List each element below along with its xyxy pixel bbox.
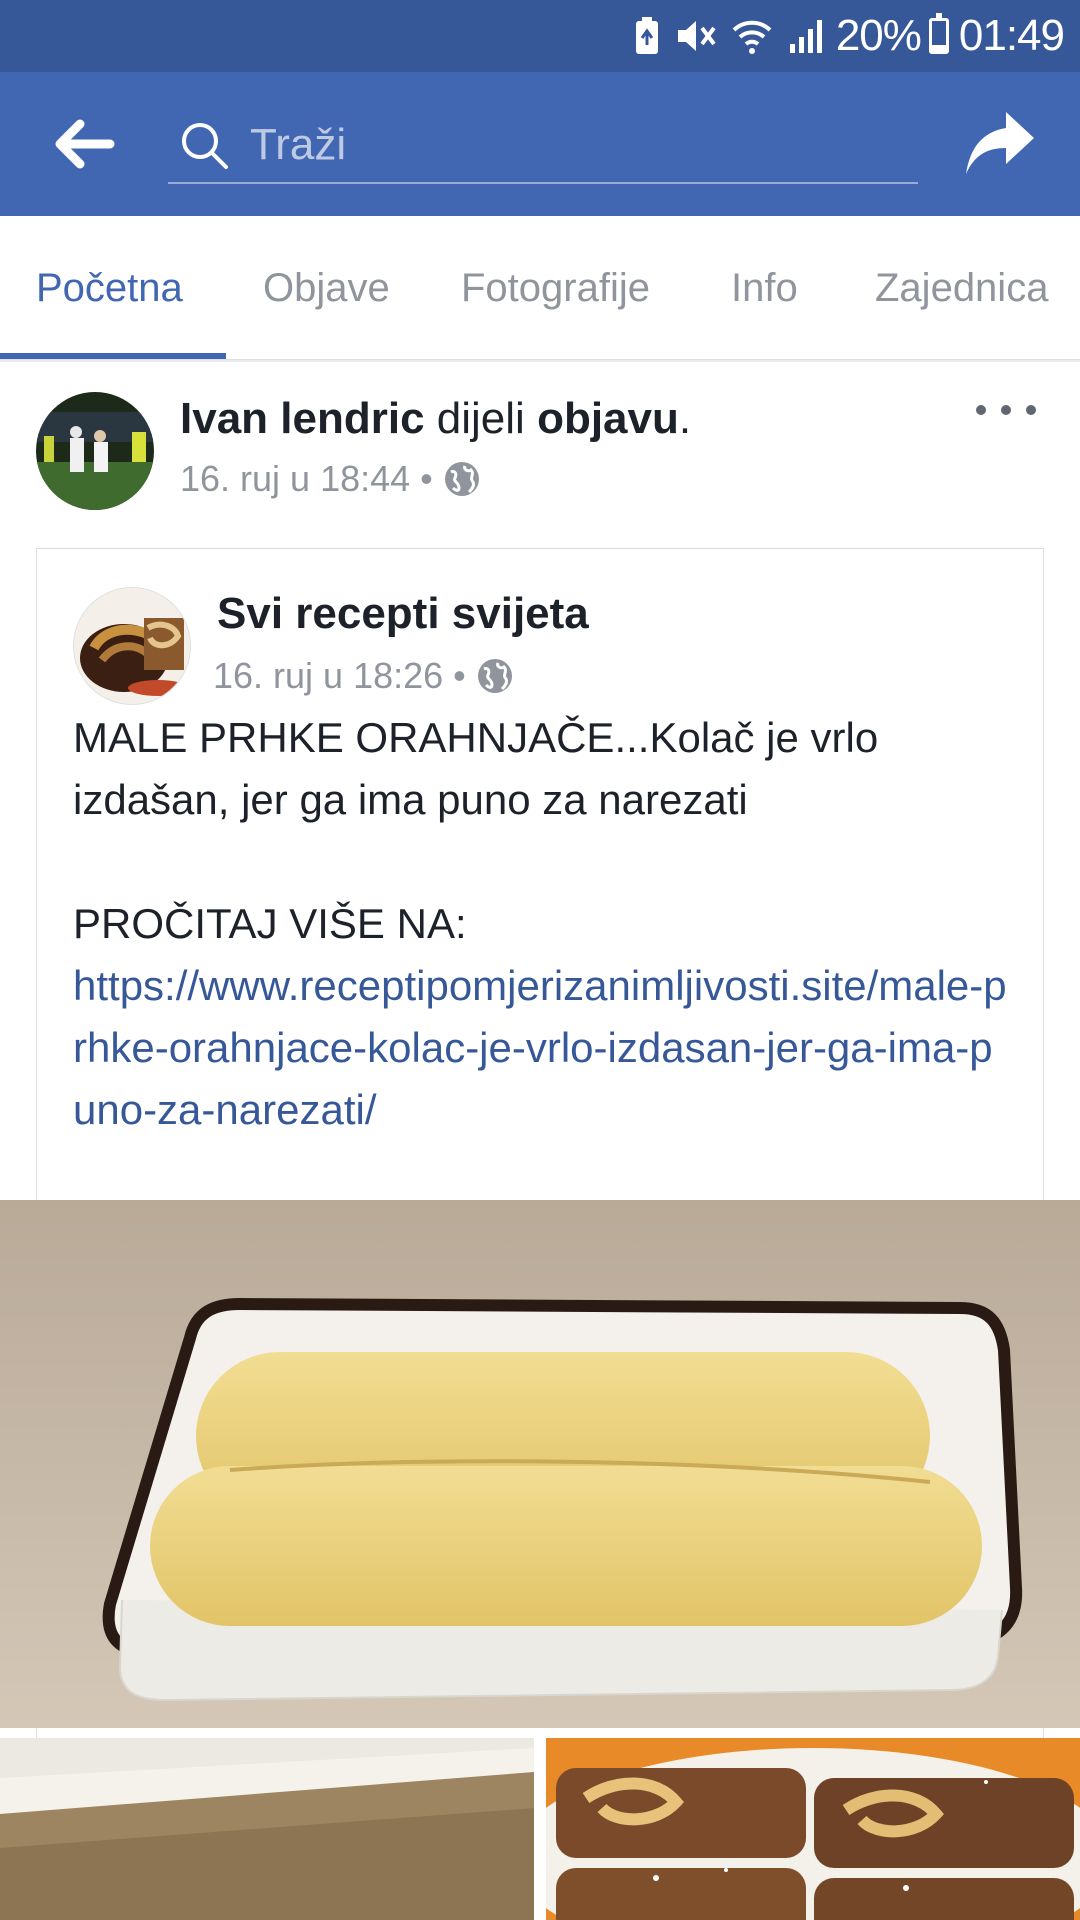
battery-icon	[928, 13, 949, 54]
page-name[interactable]: Svi recepti svijeta	[217, 589, 589, 639]
post-photo-grid	[0, 1738, 1080, 1920]
battery-percent: 20%	[835, 11, 922, 60]
page-tabs: Početna Objave Fotografije Info Zajednic…	[0, 216, 1080, 360]
more-dot-icon	[1026, 405, 1036, 415]
shared-meta: 16. ruj u 18:26 •	[213, 655, 514, 697]
more-dot-icon	[976, 405, 986, 415]
post-photo-3[interactable]	[546, 1738, 1080, 1920]
tab-zajednica[interactable]: Zajednica	[875, 216, 1048, 359]
search-input[interactable]	[250, 120, 850, 170]
tab-objave[interactable]: Objave	[263, 216, 390, 359]
post-text: MALE PRHKE ORAHNJAČE...Kolač je vrlo izd…	[73, 714, 879, 823]
post-header: Ivan lendric dijeli objavu.	[180, 394, 691, 444]
meta-separator: •	[420, 458, 433, 499]
post-body: MALE PRHKE ORAHNJAČE...Kolač je vrlo izd…	[73, 707, 1013, 1141]
author-name[interactable]: Ivan lendric	[180, 394, 425, 443]
post-meta: 16. ruj u 18:44 •	[180, 458, 481, 500]
shared-object-link[interactable]: objavu	[537, 394, 679, 443]
globe-icon	[477, 659, 512, 693]
page-avatar[interactable]	[73, 587, 191, 705]
clock: 01:49	[958, 11, 1065, 60]
tab-info[interactable]: Info	[731, 216, 798, 359]
search-bar[interactable]	[168, 108, 918, 184]
tab-fotografije[interactable]: Fotografije	[461, 216, 650, 359]
post-photo-main[interactable]	[0, 1200, 1080, 1728]
search-icon	[182, 123, 228, 169]
read-more-label: PROČITAJ VIŠE NA:	[73, 900, 467, 947]
back-button[interactable]	[50, 116, 118, 172]
author-avatar[interactable]	[36, 392, 154, 510]
active-tab-indicator	[0, 353, 226, 359]
back-arrow-icon	[55, 119, 115, 169]
status-bar: 20% 01:49	[0, 0, 1080, 72]
wifi-icon	[732, 16, 772, 56]
globe-icon	[444, 462, 479, 496]
post-link[interactable]: https://www.receptipomjerizanimljivosti.…	[73, 955, 1013, 1141]
post-timestamp[interactable]: 16. ruj u 18:44	[180, 458, 410, 500]
more-dot-icon	[1001, 405, 1011, 415]
shared-timestamp[interactable]: 16. ruj u 18:26	[213, 655, 443, 697]
mute-icon	[674, 16, 718, 56]
post-photo-2[interactable]	[0, 1738, 534, 1920]
period: .	[678, 394, 692, 443]
signal-icon	[786, 16, 826, 56]
share-button[interactable]	[962, 108, 1038, 180]
tab-pocetna[interactable]: Početna	[36, 216, 183, 359]
shared-meta-separator: •	[453, 655, 466, 696]
share-icon	[966, 112, 1034, 174]
search-header	[0, 72, 1080, 216]
feed-post: Ivan lendric dijeli objavu. 16. ruj u 18…	[0, 362, 1080, 1920]
more-options-button[interactable]	[976, 398, 1036, 422]
action-text: dijeli	[436, 394, 525, 443]
battery-saver-icon	[634, 16, 660, 56]
